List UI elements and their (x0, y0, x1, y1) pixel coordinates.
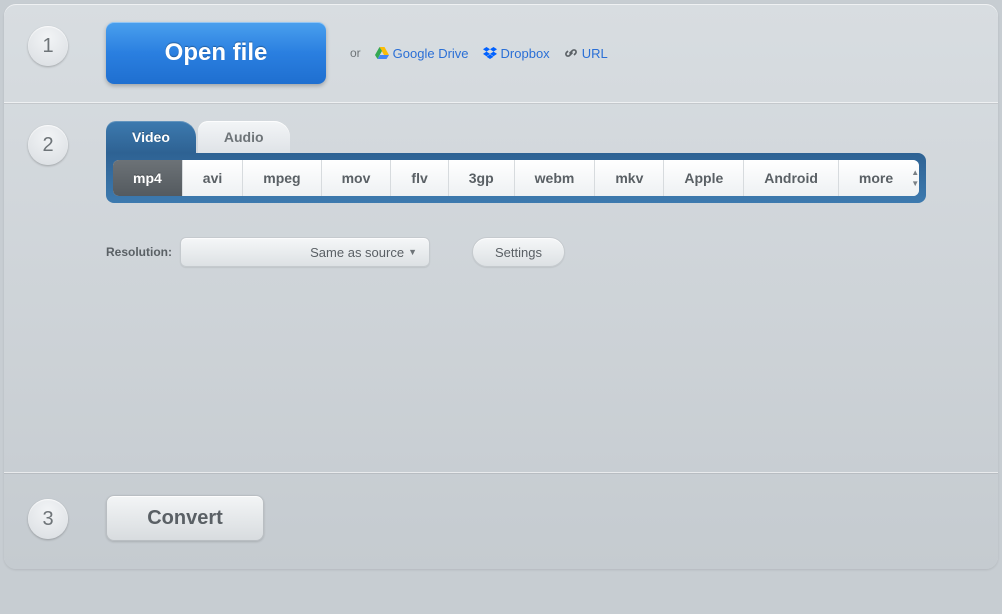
format-webm[interactable]: webm (515, 160, 596, 196)
convert-button[interactable]: Convert (106, 495, 264, 541)
step-1-badge: 1 (28, 26, 68, 66)
format-3gp[interactable]: 3gp (449, 160, 515, 196)
url-label: URL (582, 46, 608, 61)
options-row: Resolution: Same as source ▼ Settings (106, 237, 978, 267)
format-more-label: more (859, 170, 893, 186)
format-bar: mp4 avi mpeg mov flv 3gp webm mkv Apple … (113, 160, 919, 196)
converter-panel: 1 Open file or Google Drive (4, 4, 998, 569)
dropbox-label: Dropbox (501, 46, 550, 61)
link-icon (564, 47, 578, 59)
format-flv[interactable]: flv (391, 160, 448, 196)
google-drive-label: Google Drive (393, 46, 469, 61)
format-mpeg[interactable]: mpeg (243, 160, 321, 196)
step-2-body: Video Audio mp4 avi mpeg mov flv 3gp web… (106, 121, 978, 267)
google-drive-icon (375, 47, 389, 59)
open-file-button[interactable]: Open file (106, 22, 326, 84)
step-1-section: 1 Open file or Google Drive (4, 4, 998, 103)
format-mkv[interactable]: mkv (595, 160, 664, 196)
or-label: or (350, 46, 361, 60)
resolution-value: Same as source (310, 245, 404, 260)
format-type-tabs: Video Audio (106, 121, 978, 153)
tab-video[interactable]: Video (106, 121, 196, 153)
url-link[interactable]: URL (564, 46, 608, 61)
format-android[interactable]: Android (744, 160, 839, 196)
chevron-down-icon: ▼ (408, 247, 417, 257)
format-avi[interactable]: avi (183, 160, 243, 196)
step-3-section: 3 Convert (4, 473, 998, 569)
step-2-badge: 2 (28, 125, 68, 165)
dropbox-icon (483, 47, 497, 59)
format-more[interactable]: more ▲▼ (839, 160, 919, 196)
format-apple[interactable]: Apple (664, 160, 744, 196)
resolution-label: Resolution: (106, 245, 172, 259)
format-bar-container: mp4 avi mpeg mov flv 3gp webm mkv Apple … (106, 153, 926, 203)
tab-audio[interactable]: Audio (198, 121, 290, 153)
google-drive-link[interactable]: Google Drive (375, 46, 469, 61)
format-mov[interactable]: mov (322, 160, 392, 196)
step-3-badge: 3 (28, 499, 68, 539)
dropbox-link[interactable]: Dropbox (483, 46, 550, 61)
resolution-select[interactable]: Same as source ▼ (180, 237, 430, 267)
settings-button[interactable]: Settings (472, 237, 565, 267)
format-mp4[interactable]: mp4 (113, 160, 183, 196)
updown-icon: ▲▼ (911, 168, 919, 188)
source-row: Open file or Google Drive (106, 22, 608, 84)
step-2-section: 2 Video Audio mp4 avi mpeg mov flv 3gp w… (4, 103, 998, 473)
